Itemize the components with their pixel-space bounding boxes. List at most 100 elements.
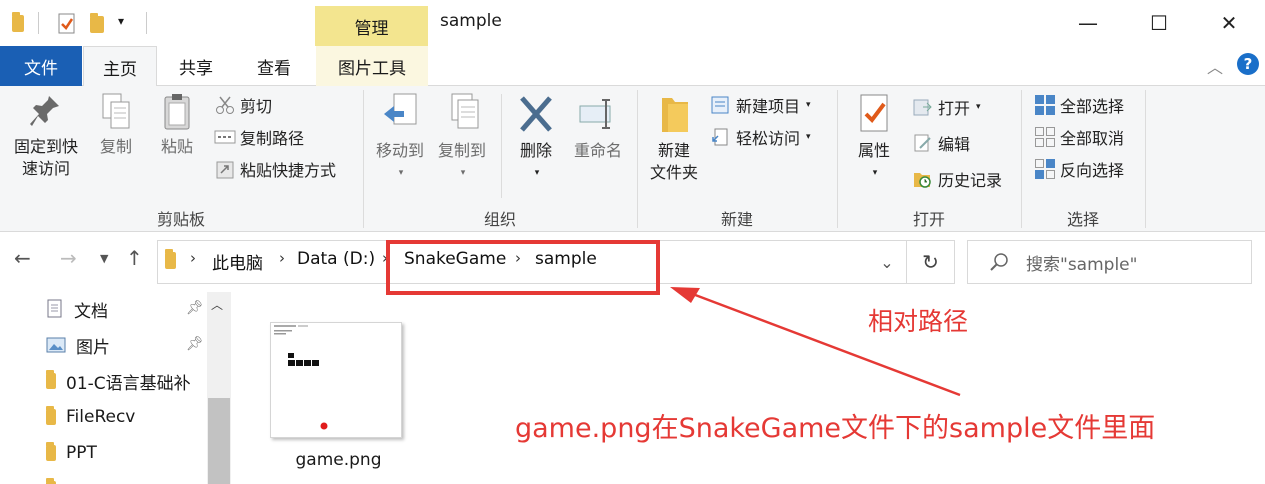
pin-icon[interactable]: 📌︎ bbox=[186, 300, 204, 316]
snake-game-preview-image bbox=[271, 323, 401, 430]
paste-shortcut-icon bbox=[216, 161, 234, 179]
tab-view[interactable]: 查看 bbox=[237, 46, 311, 86]
easy-access-icon bbox=[712, 128, 728, 146]
search-input[interactable]: 搜索"sample" bbox=[967, 240, 1252, 284]
cut-button[interactable]: 剪切 bbox=[214, 93, 272, 117]
edit-button[interactable]: 编辑 bbox=[912, 131, 970, 155]
group-label-clipboard: 剪贴板 bbox=[156, 210, 205, 229]
copy-path-button[interactable]: 复制路径 bbox=[214, 125, 304, 149]
delete-button[interactable]: 删除 ▾ bbox=[510, 92, 562, 184]
pin-icon bbox=[30, 96, 59, 126]
paste-shortcut-button[interactable]: 粘贴快捷方式 bbox=[214, 157, 336, 181]
divider bbox=[146, 12, 147, 34]
move-to-icon bbox=[384, 93, 417, 125]
recent-locations-button[interactable]: ▼ bbox=[100, 252, 108, 265]
breadcrumb-this-pc[interactable]: 此电脑 bbox=[212, 249, 263, 274]
copy-button[interactable]: 复制 bbox=[92, 92, 140, 158]
tab-file[interactable]: 文件 bbox=[0, 46, 82, 86]
history-icon bbox=[914, 173, 931, 188]
dropdown-arrow-icon: ▾ bbox=[976, 102, 981, 112]
rename-button[interactable]: 重命名 bbox=[567, 92, 629, 162]
properties-button[interactable]: 属性 ▾ bbox=[848, 92, 900, 184]
group-label-new: 新建 bbox=[720, 210, 753, 229]
nav-item-ppt[interactable]: PPT bbox=[46, 438, 97, 468]
scroll-up-arrow-icon[interactable]: ︿ bbox=[211, 296, 223, 313]
help-icon[interactable]: ? bbox=[1237, 53, 1259, 75]
ribbon-tab-bar: 文件 主页 共享 查看 图片工具 ︿ ? bbox=[0, 46, 1265, 87]
scrollbar-thumb[interactable] bbox=[208, 398, 230, 484]
up-button[interactable]: ↑ bbox=[126, 246, 143, 270]
minimize-button[interactable]: — bbox=[1065, 8, 1111, 38]
select-none-button[interactable]: 全部取消 bbox=[1034, 125, 1124, 149]
divider bbox=[38, 12, 39, 34]
forward-button[interactable]: → bbox=[60, 246, 77, 270]
window-title: sample bbox=[440, 11, 502, 31]
nav-item-partial[interactable] bbox=[46, 474, 56, 484]
rename-icon bbox=[579, 99, 611, 129]
open-button[interactable]: 打开 ▾ bbox=[912, 95, 981, 119]
new-folder-button[interactable]: 新建 文件夹 bbox=[642, 92, 706, 184]
dropdown-arrow-icon: ▾ bbox=[806, 132, 811, 142]
chevron-down-icon[interactable]: ⌄ bbox=[866, 240, 908, 284]
move-to-button[interactable]: 移动到 ▾ bbox=[370, 92, 430, 184]
manage-context-tab[interactable]: 管理 bbox=[315, 6, 428, 46]
search-placeholder: 搜索"sample" bbox=[1026, 254, 1138, 275]
close-button[interactable]: ✕ bbox=[1206, 8, 1252, 38]
customize-quick-access-icon[interactable]: ▾ bbox=[118, 14, 124, 28]
maximize-button[interactable]: ☐ bbox=[1136, 8, 1182, 38]
properties-quick-icon[interactable] bbox=[57, 13, 77, 39]
properties-icon bbox=[860, 94, 888, 132]
dropdown-arrow-icon: ▾ bbox=[806, 100, 811, 110]
folder-icon bbox=[12, 12, 24, 32]
dropdown-arrow-icon: ▾ bbox=[460, 168, 466, 178]
breadcrumb-data-drive[interactable]: Data (D:) bbox=[297, 249, 375, 269]
relative-path-highlight-box bbox=[386, 240, 660, 295]
group-label-open: 打开 bbox=[912, 210, 945, 229]
refresh-button[interactable]: ↻ bbox=[907, 240, 955, 284]
history-button[interactable]: 历史记录 bbox=[912, 167, 1002, 191]
copy-path-icon bbox=[214, 130, 236, 144]
easy-access-button[interactable]: 轻松访问 ▾ bbox=[710, 125, 811, 149]
copy-to-button[interactable]: 复制到 ▾ bbox=[432, 92, 492, 184]
pin-icon[interactable]: 📌︎ bbox=[186, 336, 204, 352]
pin-to-quick-access-button[interactable]: 固定到快 速访问 bbox=[6, 92, 86, 180]
select-none-icon bbox=[1035, 127, 1055, 147]
title-bar: ▾ 管理 sample — ☐ ✕ bbox=[0, 0, 1265, 46]
select-all-icon bbox=[1035, 95, 1055, 115]
select-all-button[interactable]: 全部选择 bbox=[1034, 93, 1124, 117]
new-item-icon bbox=[711, 96, 729, 114]
folder-icon bbox=[46, 442, 56, 461]
new-folder-quick-icon[interactable] bbox=[90, 13, 104, 33]
chevron-right-icon: › bbox=[190, 249, 196, 267]
annotation-relative-path: 相对路径 bbox=[868, 307, 969, 336]
edit-icon bbox=[914, 134, 931, 152]
dropdown-arrow-icon: ▾ bbox=[398, 168, 404, 178]
tab-picture-tools[interactable]: 图片工具 bbox=[316, 46, 428, 86]
new-folder-icon bbox=[662, 98, 688, 132]
group-label-organize: 组织 bbox=[483, 210, 516, 229]
nav-item-filerecv[interactable]: FileRecv bbox=[46, 402, 135, 432]
folder-icon bbox=[46, 406, 56, 425]
ribbon: 固定到快 速访问 复制 粘贴 剪切 复制路径 粘贴快捷方式 剪贴板 移动到 ▾ … bbox=[0, 86, 1265, 232]
new-item-button[interactable]: 新建项目 ▾ bbox=[710, 93, 811, 117]
file-name-label[interactable]: game.png bbox=[270, 450, 407, 470]
dropdown-arrow-icon: ▾ bbox=[534, 168, 540, 178]
minimize-ribbon-icon[interactable]: ︿ bbox=[1207, 54, 1223, 78]
copy-icon bbox=[102, 93, 130, 129]
search-icon bbox=[990, 253, 1008, 271]
back-button[interactable]: ← bbox=[14, 246, 31, 270]
delete-icon bbox=[520, 96, 552, 132]
divider bbox=[501, 94, 502, 198]
paste-button[interactable]: 粘贴 bbox=[153, 92, 201, 158]
nav-item-pictures[interactable]: 图片 bbox=[46, 330, 110, 360]
tab-share[interactable]: 共享 bbox=[160, 46, 232, 86]
nav-item-folder[interactable]: 01-C语言基础补 bbox=[46, 366, 191, 396]
annotation-explanation: game.png在SnakeGame文件下的sample文件里面 bbox=[515, 413, 1156, 444]
file-thumbnail[interactable] bbox=[270, 322, 402, 438]
dropdown-arrow-icon: ▾ bbox=[872, 168, 878, 178]
navigation-pane: 文档 📌︎ 图片 📌︎ 01-C语言基础补 FileRecv PPT bbox=[0, 292, 232, 484]
invert-selection-button[interactable]: 反向选择 bbox=[1034, 157, 1124, 181]
tab-home[interactable]: 主页 bbox=[83, 46, 157, 87]
folder-icon bbox=[165, 249, 176, 269]
nav-item-documents[interactable]: 文档 bbox=[46, 294, 108, 324]
